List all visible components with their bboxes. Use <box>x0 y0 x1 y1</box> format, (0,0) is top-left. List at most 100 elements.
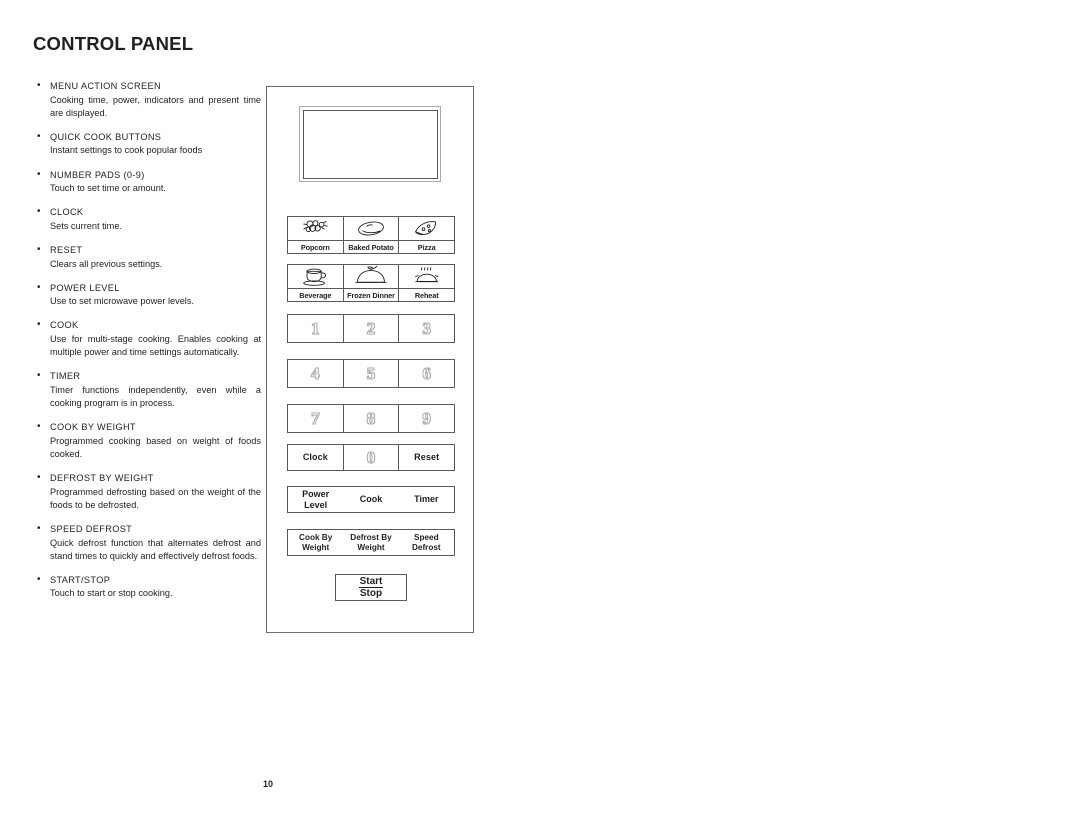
description-heading: • SPEED DEFROST <box>37 523 133 535</box>
number-pad-label: 9 <box>422 408 431 428</box>
number-pad-label: 7 <box>311 408 320 428</box>
description-heading: • START/STOP <box>37 573 111 585</box>
bullet-icon: • <box>37 370 41 382</box>
quick-cook-label: Frozen Dinner <box>343 287 399 301</box>
power-level-label: Power Level <box>302 489 330 510</box>
quick-cook-label: Popcorn <box>288 239 343 253</box>
number-pad-5[interactable]: 5 <box>342 360 399 387</box>
bullet-icon: • <box>37 130 41 142</box>
description-body: Quick defrost function that alternates d… <box>50 537 261 561</box>
bullet-icon: • <box>37 244 41 256</box>
description-body: Use for multi-stage cooking. Enables coo… <box>50 333 261 358</box>
bullet-icon: • <box>37 281 41 293</box>
description-item-start-stop: • START/STOP Touch to start or stop cooki… <box>33 574 261 601</box>
speed-defrost-label: Speed Defrost <box>411 532 441 552</box>
description-body: Clears all previous settings. <box>50 258 163 269</box>
number-pad-2[interactable]: 2 <box>342 315 399 342</box>
control-descriptions-list: • MENU ACTION SCREEN Cooking time, power,… <box>33 80 261 612</box>
description-item-reset: • RESET Clears all previous settings. <box>33 244 261 271</box>
page-number: 10 <box>263 779 274 789</box>
number-pad-6[interactable]: 6 <box>398 360 454 387</box>
description-item-power-level: • POWER LEVEL Use to set microwave power … <box>33 282 261 309</box>
description-item-clock: • CLOCK Sets current time. <box>33 206 261 233</box>
number-pad-row-1: 1 2 3 <box>287 314 455 343</box>
description-item-timer: • TIMER Timer functions independently, ev… <box>33 370 261 410</box>
clock-zero-reset-row: Clock 0 Reset <box>287 444 455 471</box>
number-pad-4[interactable]: 4 <box>288 360 343 387</box>
description-item-number-pads: • NUMBER PADS (0-9) Touch to set time or … <box>33 169 261 196</box>
quick-cook-button-baked-potato[interactable]: Baked Potato <box>342 217 399 253</box>
number-pad-9[interactable]: 9 <box>398 405 454 432</box>
covered-dish-icon <box>344 265 399 288</box>
defrost-by-weight-button[interactable]: Defrost By Weight <box>343 530 398 555</box>
number-pad-label: 6 <box>422 363 431 383</box>
bullet-icon: • <box>37 573 41 585</box>
timer-button-label: Timer <box>414 494 439 505</box>
description-body: Sets current time. <box>50 220 122 231</box>
description-body: Cooking time, power, indicators and pres… <box>50 94 261 118</box>
number-pad-0[interactable]: 0 <box>342 445 399 470</box>
description-heading: • MENU ACTION SCREEN <box>37 80 161 91</box>
menu-action-screen-display <box>299 106 441 182</box>
display-inner-bezel <box>302 109 438 179</box>
number-pad-label: 5 <box>366 363 376 383</box>
baked-potato-icon <box>344 217 399 240</box>
number-pad-label: 8 <box>366 408 376 428</box>
popcorn-icon <box>288 217 343 240</box>
quick-cook-label: Reheat <box>399 287 455 301</box>
description-heading: • TIMER <box>37 370 81 382</box>
description-item-cook: • COOK Use for multi-stage cooking. Enabl… <box>33 319 261 359</box>
quick-cook-row-1: Popcorn Baked Potato Pizza <box>287 216 455 254</box>
description-body: Programmed defrosting based on the weigh… <box>50 486 261 510</box>
quick-cook-button-beverage[interactable]: Beverage <box>288 265 343 301</box>
description-heading: • COOK BY WEIGHT <box>37 421 136 433</box>
quick-cook-button-popcorn[interactable]: Popcorn <box>288 217 343 253</box>
description-item-defrost-by-weight: • DEFROST BY WEIGHT Programmed defrosting… <box>33 472 261 512</box>
description-body: Touch to start or stop cooking. <box>50 588 173 599</box>
number-pad-label: 3 <box>422 318 431 338</box>
description-body: Programmed cooking based on weight of fo… <box>50 435 261 459</box>
cook-button-label: Cook <box>359 494 383 505</box>
description-body: Use to set microwave power levels. <box>50 296 194 307</box>
quick-cook-button-reheat[interactable]: Reheat <box>398 265 455 301</box>
number-pad-3[interactable]: 3 <box>398 315 454 342</box>
clock-button[interactable]: Clock <box>288 445 343 470</box>
bullet-icon: • <box>37 421 41 433</box>
cook-by-weight-label: Cook By Weight <box>299 532 333 552</box>
weight-defrost-row: Cook By Weight Defrost By Weight Speed D… <box>287 529 455 556</box>
quick-cook-row-2: Beverage Frozen Dinner Reheat <box>287 264 455 302</box>
bullet-icon: • <box>37 472 41 484</box>
reset-button[interactable]: Reset <box>398 445 454 470</box>
number-pad-label: 2 <box>366 318 376 338</box>
description-heading: • NUMBER PADS (0-9) <box>37 168 145 180</box>
number-pad-1[interactable]: 1 <box>288 315 343 342</box>
description-item-quick-cook-buttons: • QUICK COOK BUTTONS Instant settings to … <box>33 131 261 158</box>
speed-defrost-button[interactable]: Speed Defrost <box>399 530 454 555</box>
number-pad-row-3: 7 8 9 <box>287 404 455 433</box>
number-pad-label: 1 <box>311 318 320 338</box>
description-heading: • POWER LEVEL <box>37 281 120 293</box>
power-level-button[interactable]: Power Level <box>288 487 343 512</box>
description-heading: • RESET <box>37 244 83 256</box>
description-body: Instant settings to cook popular foods <box>50 145 203 156</box>
cook-button[interactable]: Cook <box>343 487 398 512</box>
number-pad-7[interactable]: 7 <box>288 405 343 432</box>
quick-cook-button-pizza[interactable]: Pizza <box>398 217 455 253</box>
cook-by-weight-button[interactable]: Cook By Weight <box>288 530 343 555</box>
description-body: Touch to set time or amount. <box>50 183 166 194</box>
start-stop-button[interactable]: Start Stop <box>335 574 407 601</box>
bullet-icon: • <box>37 80 41 91</box>
number-pad-label: 4 <box>311 363 320 383</box>
control-panel-diagram: Popcorn Baked Potato Pizza Beverage Froz… <box>266 86 474 633</box>
page-title: CONTROL PANEL <box>33 33 194 54</box>
quick-cook-button-frozen-dinner[interactable]: Frozen Dinner <box>342 265 399 301</box>
quick-cook-label: Beverage <box>288 287 343 301</box>
number-pad-8[interactable]: 8 <box>342 405 399 432</box>
quick-cook-label: Pizza <box>399 239 455 253</box>
clock-button-label: Clock <box>302 452 328 463</box>
description-heading: • QUICK COOK BUTTONS <box>37 130 162 142</box>
timer-button[interactable]: Timer <box>399 487 454 512</box>
number-pad-label: 0 <box>366 447 376 467</box>
description-heading: • COOK <box>37 319 79 331</box>
description-item-cook-by-weight: • COOK BY WEIGHT Programmed cooking based… <box>33 421 261 461</box>
